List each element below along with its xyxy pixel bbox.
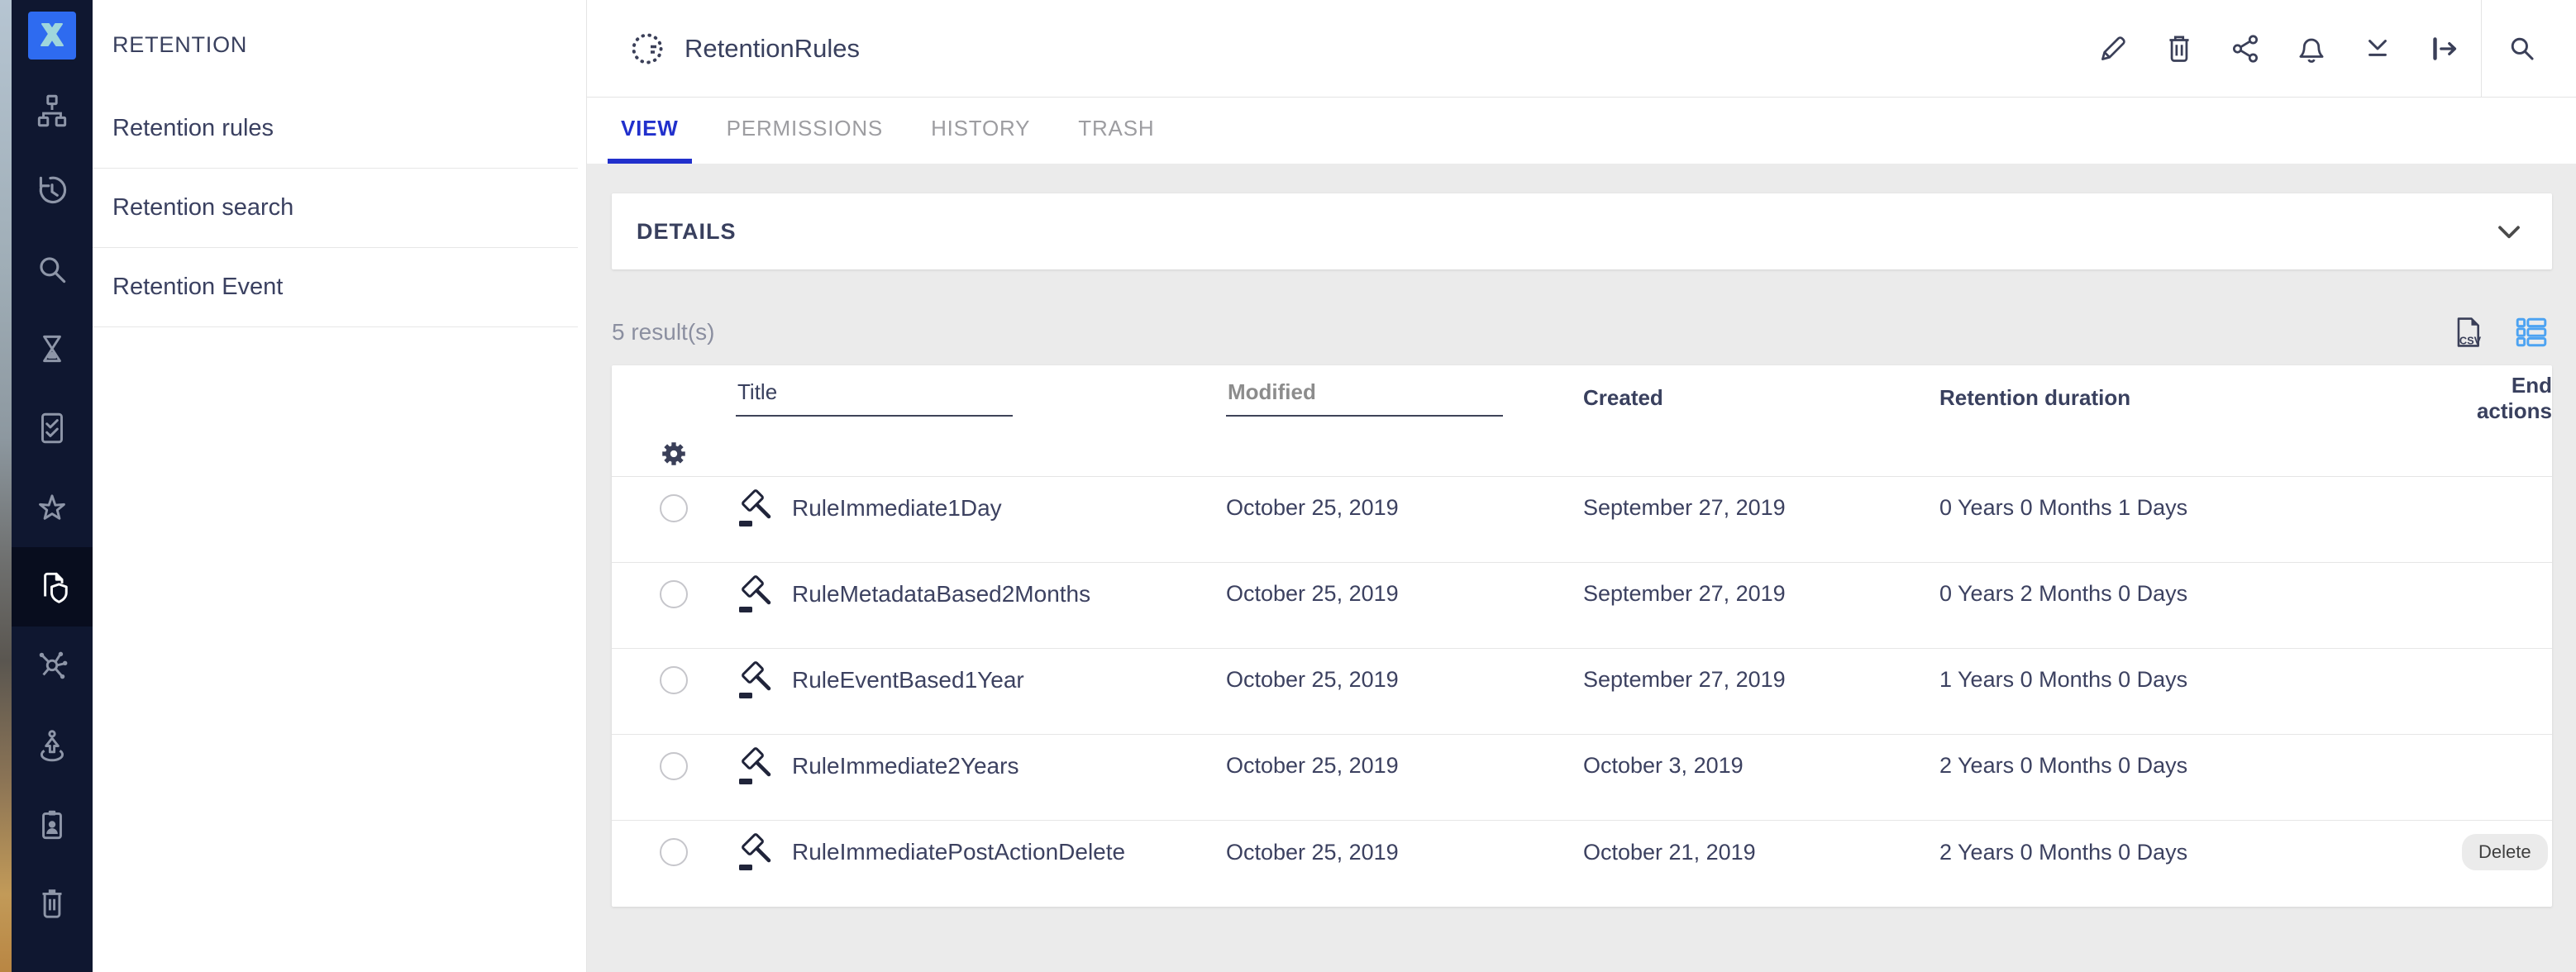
rule-title[interactable]: RuleEventBased1Year bbox=[792, 667, 1024, 693]
retention-rule-gavel-icon bbox=[736, 660, 775, 700]
retention-rule-gavel-icon bbox=[736, 832, 775, 872]
column-settings-gear-icon[interactable] bbox=[612, 438, 736, 469]
rule-retention-duration: 1 Years 0 Months 0 Days bbox=[1939, 667, 2462, 693]
rule-title[interactable]: RuleImmediate2Years bbox=[792, 753, 1018, 779]
document-actions bbox=[2092, 28, 2464, 69]
rule-modified: October 25, 2019 bbox=[1226, 495, 1583, 521]
column-header-title[interactable]: Title bbox=[736, 379, 1226, 417]
retention-rule-gavel-icon bbox=[736, 488, 775, 528]
share-button[interactable] bbox=[2225, 28, 2266, 69]
sidebar-item-retention-rules[interactable]: Retention rules bbox=[93, 89, 578, 169]
rule-modified: October 25, 2019 bbox=[1226, 667, 1583, 693]
alerts-bell-button[interactable] bbox=[2291, 28, 2332, 69]
rule-created: September 27, 2019 bbox=[1583, 495, 1939, 521]
hierarchy-icon[interactable] bbox=[12, 71, 93, 150]
rule-created: September 27, 2019 bbox=[1583, 667, 1939, 693]
rule-modified: October 25, 2019 bbox=[1226, 581, 1583, 607]
row-radio-button[interactable] bbox=[660, 838, 688, 866]
document-header: RetentionRules bbox=[587, 0, 2576, 98]
tab-view[interactable]: VIEW bbox=[608, 98, 692, 164]
dotted-folder-icon bbox=[628, 30, 666, 68]
results-bar: 5 result(s) CSV bbox=[612, 299, 2552, 365]
results-count: 5 result(s) bbox=[612, 319, 714, 345]
row-radio-button[interactable] bbox=[660, 666, 688, 694]
rule-retention-duration: 2 Years 0 Months 0 Days bbox=[1939, 753, 2462, 779]
topbar-divider bbox=[2481, 0, 2482, 98]
search-button[interactable] bbox=[2502, 28, 2543, 69]
hourglass-icon[interactable] bbox=[12, 309, 93, 388]
rule-title[interactable]: RuleImmediate1Day bbox=[792, 495, 1002, 522]
details-panel: DETAILS bbox=[612, 193, 2552, 269]
tab-history[interactable]: HISTORY bbox=[918, 98, 1043, 164]
row-radio-button[interactable] bbox=[660, 494, 688, 522]
table-row[interactable]: RuleEventBased1Year October 25, 2019 Sep… bbox=[612, 649, 2552, 735]
column-header-created[interactable]: Created bbox=[1583, 385, 1939, 411]
app-logo[interactable] bbox=[28, 12, 76, 60]
rule-retention-duration: 0 Years 0 Months 1 Days bbox=[1939, 495, 2462, 521]
move-export-right-button[interactable] bbox=[2423, 28, 2464, 69]
page-title: RetentionRules bbox=[685, 34, 860, 64]
rule-title[interactable]: RuleMetadataBased2Months bbox=[792, 581, 1090, 608]
column-header-modified[interactable]: Modified bbox=[1226, 379, 1583, 417]
edit-button[interactable] bbox=[2092, 28, 2134, 69]
rule-retention-duration: 2 Years 0 Months 0 Days bbox=[1939, 840, 2462, 865]
content-area: DETAILS 5 result(s) CSV Title Modified bbox=[587, 164, 2576, 972]
export-csv-icon[interactable]: CSV bbox=[2446, 312, 2488, 353]
profile-badge-icon[interactable] bbox=[12, 785, 93, 865]
rail-items bbox=[12, 71, 93, 944]
history-icon[interactable] bbox=[12, 150, 93, 230]
favorites-star-icon[interactable] bbox=[12, 468, 93, 547]
delete-button[interactable] bbox=[2159, 28, 2200, 69]
rule-created: October 3, 2019 bbox=[1583, 753, 1939, 779]
sidebar-title: RETENTION bbox=[93, 0, 586, 89]
sidebar-item-retention-search[interactable]: Retention search bbox=[93, 169, 578, 248]
retention-documents-icon-active[interactable] bbox=[12, 547, 93, 627]
results-actions: CSV bbox=[2446, 312, 2552, 353]
chevron-down-icon[interactable] bbox=[2491, 213, 2527, 250]
tab-trash[interactable]: TRASH bbox=[1065, 98, 1167, 164]
svg-text:CSV: CSV bbox=[2459, 335, 2482, 347]
table-header-row: Title Modified Created Retention duratio… bbox=[612, 365, 2552, 477]
rule-created: October 21, 2019 bbox=[1583, 840, 1939, 865]
results-table: Title Modified Created Retention duratio… bbox=[612, 365, 2552, 907]
table-row[interactable]: RuleImmediatePostActionDelete October 25… bbox=[612, 821, 2552, 907]
trash-icon[interactable] bbox=[12, 865, 93, 944]
document-tabs: VIEW PERMISSIONS HISTORY TRASH bbox=[587, 98, 2576, 164]
table-row[interactable]: RuleImmediate1Day October 25, 2019 Septe… bbox=[612, 477, 2552, 563]
sidebar: RETENTION Retention rules Retention sear… bbox=[93, 0, 587, 972]
tab-permissions[interactable]: PERMISSIONS bbox=[713, 98, 896, 164]
rule-retention-duration: 0 Years 2 Months 0 Days bbox=[1939, 581, 2462, 607]
column-header-end-actions: End actions bbox=[2462, 373, 2552, 424]
retention-rule-gavel-icon bbox=[736, 746, 775, 786]
end-action-badge: Delete bbox=[2462, 834, 2548, 870]
icon-rail bbox=[12, 0, 93, 972]
rule-modified: October 25, 2019 bbox=[1226, 840, 1583, 865]
details-heading: DETAILS bbox=[637, 219, 737, 245]
rule-created: September 27, 2019 bbox=[1583, 581, 1939, 607]
sidebar-item-retention-event[interactable]: Retention Event bbox=[93, 248, 578, 327]
list-view-settings-icon[interactable] bbox=[2511, 312, 2552, 353]
search-icon[interactable] bbox=[12, 230, 93, 309]
rule-modified: October 25, 2019 bbox=[1226, 753, 1583, 779]
rule-title[interactable]: RuleImmediatePostActionDelete bbox=[792, 839, 1125, 865]
table-row[interactable]: RuleImmediate2Years October 25, 2019 Oct… bbox=[612, 735, 2552, 821]
table-row[interactable]: RuleMetadataBased2Months October 25, 201… bbox=[612, 563, 2552, 649]
user-location-icon[interactable] bbox=[12, 706, 93, 785]
main-area: RetentionRules VIEW bbox=[587, 0, 2576, 972]
row-radio-button[interactable] bbox=[660, 580, 688, 608]
logo-x-icon bbox=[34, 17, 70, 54]
row-radio-button[interactable] bbox=[660, 752, 688, 780]
column-header-retention-duration[interactable]: Retention duration bbox=[1939, 385, 2462, 411]
connectors-hub-icon[interactable] bbox=[12, 627, 93, 706]
desktop-background-strip bbox=[0, 0, 12, 972]
tasks-icon[interactable] bbox=[12, 388, 93, 468]
retention-rule-gavel-icon bbox=[736, 574, 775, 614]
export-download-button[interactable] bbox=[2357, 28, 2398, 69]
